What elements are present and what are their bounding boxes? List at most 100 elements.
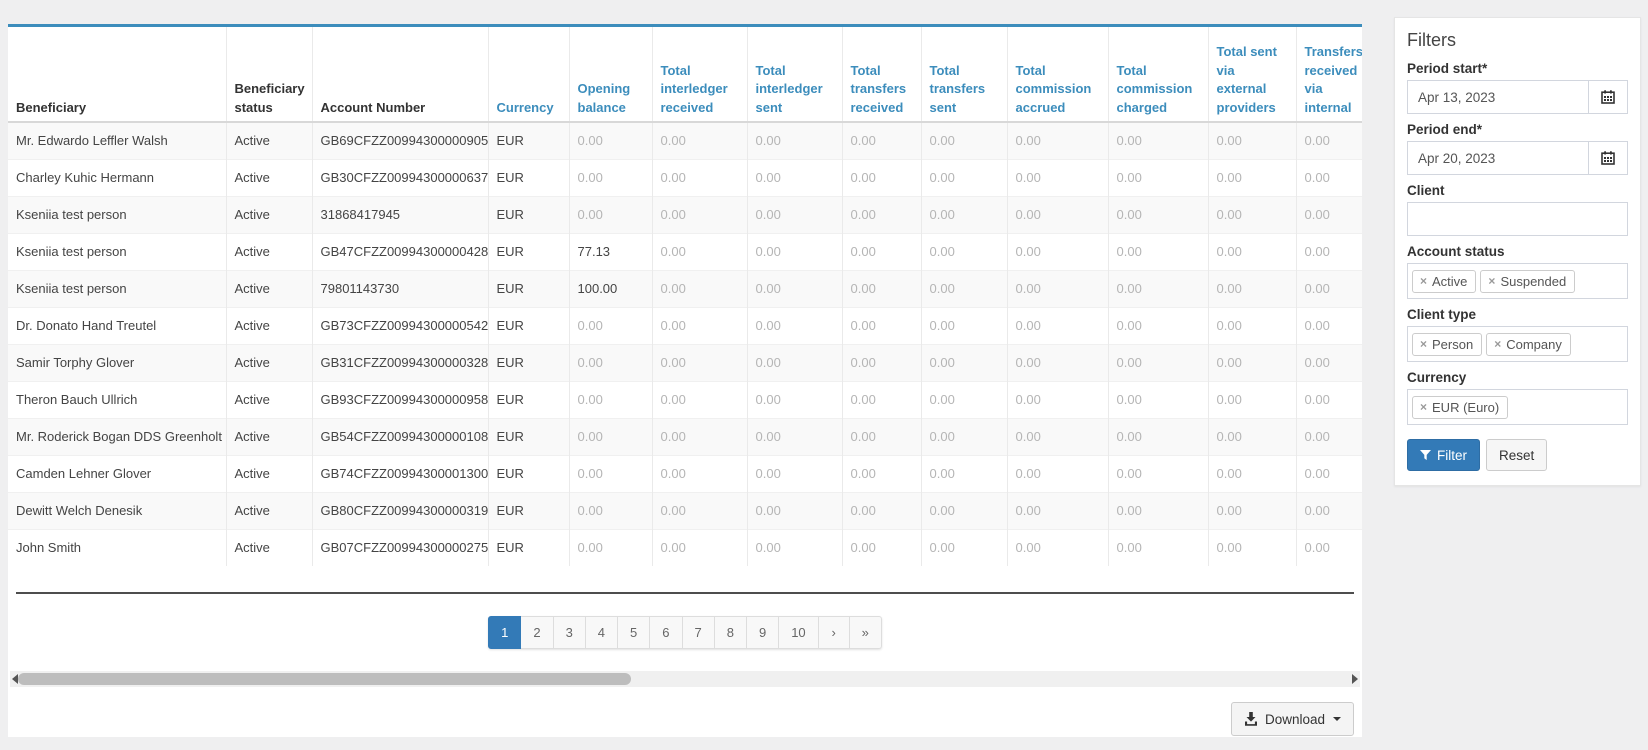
column-header-total-interledger-sent[interactable]: Total interledger sent [747,27,842,122]
value-cell: 0.00 [921,529,1007,566]
value-cell: 0.00 [1108,159,1208,196]
remove-tag-icon[interactable]: × [1494,338,1501,350]
filters-panel: Filters Period start* Period end* [1394,17,1641,486]
client-type-select[interactable]: ×Person×Company [1407,326,1628,362]
beneficiary-cell: Kseniia test person [8,233,226,270]
page-button-2[interactable]: 2 [521,616,553,649]
column-header-total-commission-accrued[interactable]: Total commission accrued [1007,27,1108,122]
value-cell: 0.00 [569,455,652,492]
filter-button[interactable]: Filter [1407,439,1480,471]
status-cell: Active [226,270,312,307]
value-cell: 0.00 [1296,492,1362,529]
value-cell: 0.00 [842,270,921,307]
table-row: Kseniia test personActive31868417945EUR0… [8,196,1362,233]
value-cell: 0.00 [1296,196,1362,233]
column-header-total-sent-via-external-providers[interactable]: Total sent via external providers [1208,27,1296,122]
remove-tag-icon[interactable]: × [1420,275,1427,287]
value-cell: 0.00 [1296,455,1362,492]
page-button-3[interactable]: 3 [554,616,586,649]
page-button-10[interactable]: 10 [779,616,818,649]
table-body: Mr. Edwardo Leffler WalshActiveGB69CFZZ0… [8,122,1362,566]
horizontal-scrollbar[interactable] [10,671,1360,687]
column-header-total-transfers-sent[interactable]: Total transfers sent [921,27,1007,122]
column-header-currency[interactable]: Currency [488,27,569,122]
currency-cell: EUR [488,455,569,492]
reset-button[interactable]: Reset [1486,439,1547,471]
value-cell: 77.13 [569,233,652,270]
period-start-input[interactable] [1407,80,1588,114]
beneficiary-cell: Charley Kuhic Hermann [8,159,226,196]
value-cell: 0.00 [921,381,1007,418]
currency-cell: EUR [488,270,569,307]
period-start-label: Period start* [1407,61,1628,76]
page-button-9[interactable]: 9 [747,616,779,649]
table-row: Kseniia test personActive79801143730EUR1… [8,270,1362,307]
value-cell: 0.00 [569,492,652,529]
page-button-1[interactable]: 1 [488,616,521,649]
table-row: Charley Kuhic HermannActiveGB30CFZZ00994… [8,159,1362,196]
value-cell: 0.00 [1007,196,1108,233]
period-end-input[interactable] [1407,141,1588,175]
page-button-7[interactable]: 7 [683,616,715,649]
account-status-select[interactable]: ×Active×Suspended [1407,263,1628,299]
page-button-5[interactable]: 5 [618,616,650,649]
value-cell: 0.00 [842,233,921,270]
client-input[interactable] [1407,202,1628,236]
value-cell: 0.00 [1007,270,1108,307]
period-end-label: Period end* [1407,122,1628,137]
value-cell: 0.00 [652,492,747,529]
pagination-next-button[interactable]: › [819,616,850,649]
remove-tag-icon[interactable]: × [1420,401,1427,413]
download-button[interactable]: Download [1231,702,1354,736]
value-cell: 0.00 [569,344,652,381]
scrollbar-thumb[interactable] [18,673,631,685]
beneficiary-cell: Kseniia test person [8,196,226,233]
remove-tag-icon[interactable]: × [1488,275,1495,287]
value-cell: 0.00 [747,529,842,566]
column-header-total-commission-charged[interactable]: Total commission charged [1108,27,1208,122]
pagination: 12345678910›» [488,616,882,649]
currency-select[interactable]: ×EUR (Euro) [1407,389,1628,425]
scroll-right-arrow-icon[interactable] [1352,674,1358,684]
page-button-8[interactable]: 8 [715,616,747,649]
value-cell: 0.00 [1208,344,1296,381]
value-cell: 0.00 [1208,418,1296,455]
table-row: Mr. Edwardo Leffler WalshActiveGB69CFZZ0… [8,122,1362,159]
status-cell: Active [226,233,312,270]
column-header-total-transfers-received[interactable]: Total transfers received [842,27,921,122]
period-start-group [1407,80,1628,114]
account-number-cell: GB30CFZZ00994300000637 [312,159,488,196]
account-number-cell: GB80CFZZ00994300000319 [312,492,488,529]
value-cell: 0.00 [652,270,747,307]
status-cell: Active [226,455,312,492]
value-cell: 0.00 [747,455,842,492]
column-header-transfers-received-via-internal[interactable]: Transfers received via internal [1296,27,1362,122]
value-cell: 0.00 [747,159,842,196]
status-cell: Active [226,159,312,196]
table-scroll-area[interactable]: BeneficiaryBeneficiary statusAccount Num… [8,27,1362,566]
value-cell: 0.00 [842,196,921,233]
period-start-calendar-button[interactable] [1588,80,1628,114]
page-button-4[interactable]: 4 [586,616,618,649]
column-header-total-interledger-received[interactable]: Total interledger received [652,27,747,122]
filters-title: Filters [1407,30,1628,51]
value-cell: 0.00 [1007,307,1108,344]
period-end-calendar-button[interactable] [1588,141,1628,175]
value-cell: 0.00 [1296,233,1362,270]
value-cell: 0.00 [747,307,842,344]
value-cell: 0.00 [921,122,1007,159]
currency-cell: EUR [488,529,569,566]
pagination-last-button[interactable]: » [850,616,882,649]
value-cell: 0.00 [1208,529,1296,566]
column-header-opening-balance[interactable]: Opening balance [569,27,652,122]
value-cell: 0.00 [1208,233,1296,270]
currency-cell: EUR [488,418,569,455]
beneficiary-cell: Kseniia test person [8,270,226,307]
value-cell: 0.00 [1296,307,1362,344]
selected-tag-company: ×Company [1486,333,1571,356]
value-cell: 0.00 [1108,344,1208,381]
value-cell: 0.00 [652,196,747,233]
filter-button-label: Filter [1437,448,1467,463]
remove-tag-icon[interactable]: × [1420,338,1427,350]
page-button-6[interactable]: 6 [650,616,682,649]
